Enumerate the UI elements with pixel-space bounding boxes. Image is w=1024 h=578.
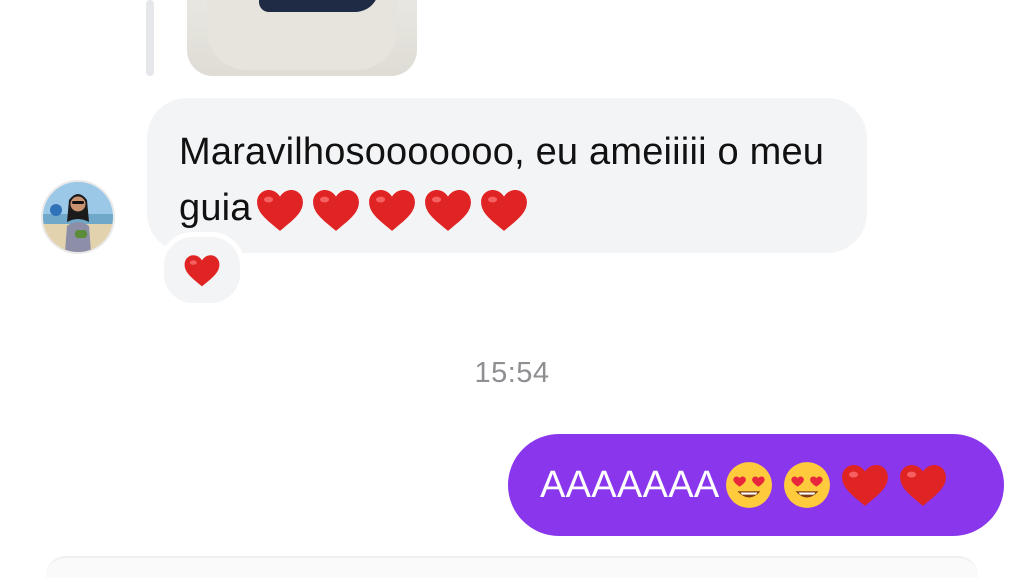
reply-quote-bar — [146, 0, 154, 76]
message-timestamp: 15:54 — [474, 357, 550, 389]
heart-emojis — [252, 187, 532, 231]
message-reaction[interactable] — [159, 232, 245, 308]
received-message-text: Maravilhosooooooo, eu ameiiiii o meu gui… — [179, 124, 837, 236]
heart-icon — [368, 189, 415, 231]
heart-icon — [899, 465, 946, 506]
heart-icon — [424, 189, 471, 231]
heart-eyes-emoji-icon — [783, 462, 830, 508]
heart-eyes-emoji-icon — [725, 462, 772, 508]
sender-avatar[interactable] — [41, 180, 115, 254]
heart-icon — [256, 189, 303, 231]
avatar-photo — [43, 182, 113, 252]
heart-icon — [841, 465, 888, 506]
sent-message-bubble[interactable]: AAAAAAA — [508, 434, 1004, 536]
message-composer[interactable] — [46, 556, 978, 578]
heart-icon — [184, 254, 220, 286]
received-message-bubble[interactable]: Maravilhosooooooo, eu ameiiiii o meu gui… — [147, 98, 867, 253]
heart-icon — [480, 189, 527, 231]
replied-image-preview[interactable] — [187, 0, 417, 76]
image-print-shape — [259, 0, 379, 12]
heart-icon — [312, 189, 359, 231]
sent-message-text: AAAAAAA — [540, 463, 720, 506]
